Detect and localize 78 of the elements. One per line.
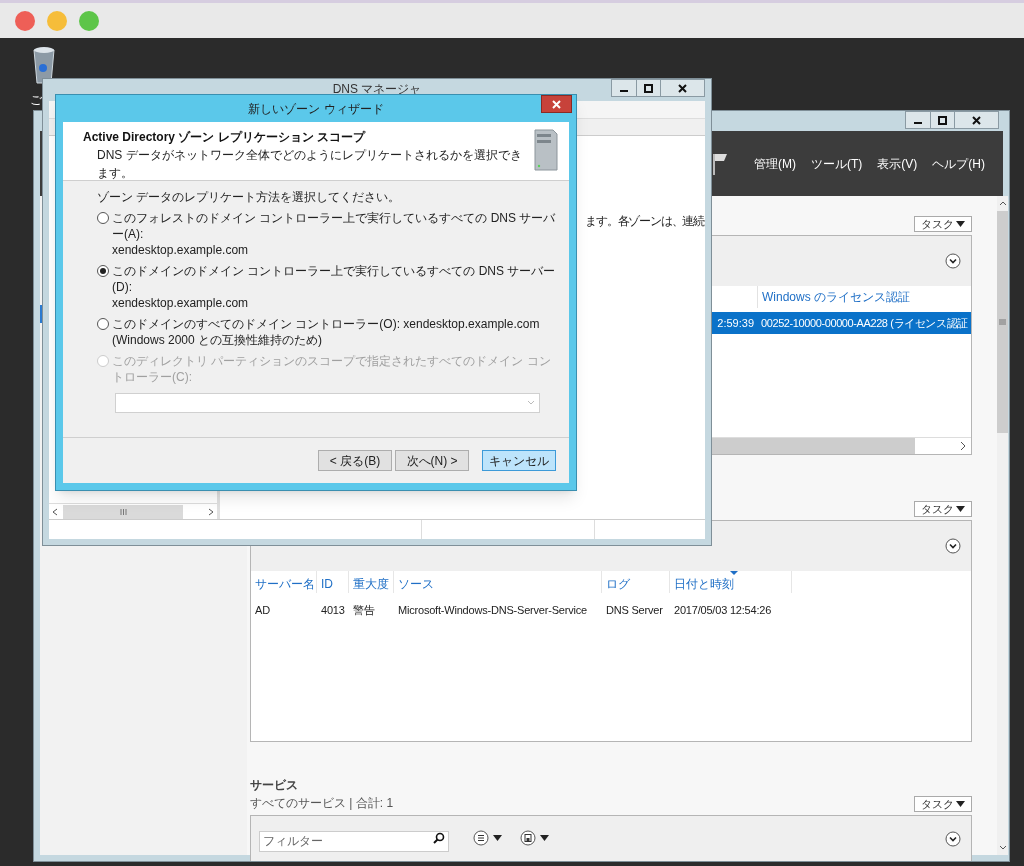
description-text: ます。各ゾーンは、連続	[585, 213, 704, 230]
option-label[interactable]: このフォレストのドメイン コントローラー上で実行しているすべての DNS サーバー(A):	[112, 210, 559, 242]
maximize-icon	[938, 115, 947, 125]
option-label[interactable]: このドメインのすべてのドメイン コントローラー(O): xendesktop.example.com	[112, 316, 559, 332]
option-detail: xendesktop.example.com	[111, 242, 249, 258]
dialog-button[interactable]: < 戻る(B)	[318, 450, 392, 471]
caret-icon	[956, 506, 965, 512]
column-header[interactable]: サーバー名	[255, 571, 315, 593]
close-button[interactable]	[955, 111, 999, 129]
column-header[interactable]: 日付と時刻	[674, 571, 734, 593]
dialog-title: 新しいゾーン ウィザード	[248, 100, 384, 118]
chevron-down-icon[interactable]	[945, 253, 961, 269]
dialog-button[interactable]: 次へ(N) >	[395, 450, 469, 471]
radio-button[interactable]	[97, 212, 109, 224]
menu-item[interactable]: ヘルプ(H)	[932, 154, 985, 173]
maximize-button[interactable]	[931, 111, 955, 129]
radio-button[interactable]	[97, 265, 109, 277]
sort-arrow-icon	[730, 571, 738, 575]
chevron-down-icon	[527, 400, 535, 406]
column-header[interactable]: 重大度	[353, 571, 389, 593]
menu-item[interactable]: ツール(T)	[811, 154, 863, 173]
task-dropdown[interactable]: タスク	[914, 216, 972, 232]
icon-label: ご	[30, 92, 42, 109]
close-button[interactable]	[541, 95, 572, 113]
option-detail: xendesktop.example.com	[111, 295, 249, 311]
save-icon	[520, 830, 536, 846]
table-cell-text: AD	[254, 602, 271, 618]
option-label[interactable]: このドメインのドメイン コントローラー上で実行しているすべての DNS サーバー(D):	[112, 263, 559, 295]
column-header[interactable]: Windows のライセンス認証	[762, 288, 910, 306]
minimize-button[interactable]	[611, 79, 637, 97]
table-cell-text: 4013	[320, 602, 346, 618]
task-dropdown[interactable]: タスク	[914, 501, 972, 517]
save-query-button[interactable]	[520, 830, 549, 846]
maximize-button[interactable]	[637, 79, 661, 97]
close-button[interactable]	[661, 79, 705, 97]
table-cell-text: 00252-10000-00000-AA228 (ライセンス認証	[760, 315, 969, 331]
caret-icon	[540, 835, 549, 841]
window-title: DNS マネージャ	[332, 81, 422, 98]
table-cell-text: DNS Server	[605, 602, 664, 618]
column-header[interactable]: ログ	[606, 571, 630, 593]
chevron-down-icon[interactable]	[945, 831, 961, 847]
wizard-subheading: DNS データがネットワーク全体でどのようにレプリケートされるかを選択できます。	[96, 147, 523, 182]
menu-item[interactable]: 管理(M)	[754, 154, 796, 173]
list-view-button[interactable]	[473, 830, 502, 846]
chevron-down-icon[interactable]	[945, 538, 961, 554]
search-icon	[433, 832, 445, 844]
close-icon	[678, 83, 687, 93]
caret-icon	[956, 221, 965, 227]
table-cell-text: 2017/05/03 12:54:26	[673, 602, 773, 618]
task-dropdown[interactable]: タスク	[914, 796, 972, 812]
option-label: このディレクトリ パーティションのスコープで指定されたすべてのドメイン コントローラー(C):	[112, 353, 552, 385]
radio-button[interactable]	[97, 318, 109, 330]
dialog-button[interactable]: キャンセル	[482, 450, 556, 471]
table-cell-text: 2:59:39	[716, 315, 755, 331]
section-title: サービス	[250, 777, 298, 794]
vertical-scrollbar[interactable]	[997, 196, 1008, 855]
menu-item[interactable]: 表示(V)	[877, 154, 918, 173]
filter-field[interactable]: フィルター	[259, 830, 449, 852]
caret-icon	[493, 835, 502, 841]
table-row[interactable]: AD 4013 警告 Microsoft-Windows-DNS-Server-Service DNS Server 2017/05/03 12:54:26	[251, 599, 971, 621]
column-header[interactable]: ソース	[398, 571, 434, 593]
wizard-heading: Active Directory ゾーン レプリケーション スコープ	[83, 129, 367, 146]
list-icon	[473, 830, 489, 846]
close-icon	[552, 99, 561, 109]
minimize-button[interactable]	[905, 111, 931, 129]
caret-icon	[956, 801, 965, 807]
table-cell-text: Microsoft-Windows-DNS-Server-Service	[397, 602, 588, 618]
minimize-icon	[620, 90, 628, 92]
option-detail: (Windows 2000 との互換性維持のため)	[111, 332, 323, 348]
horizontal-scrollbar[interactable]	[49, 503, 217, 519]
column-header[interactable]: ID	[321, 571, 333, 593]
minimize-icon	[914, 122, 922, 124]
maximize-icon	[644, 83, 653, 93]
close-icon	[972, 115, 981, 125]
section-subtitle: すべてのサービス | 合計: 1	[250, 795, 394, 812]
table-cell-text: 警告	[352, 602, 376, 618]
prompt-text: ゾーン データのレプリケート方法を選択してください。	[97, 189, 401, 205]
flag-icon[interactable]	[712, 152, 728, 175]
